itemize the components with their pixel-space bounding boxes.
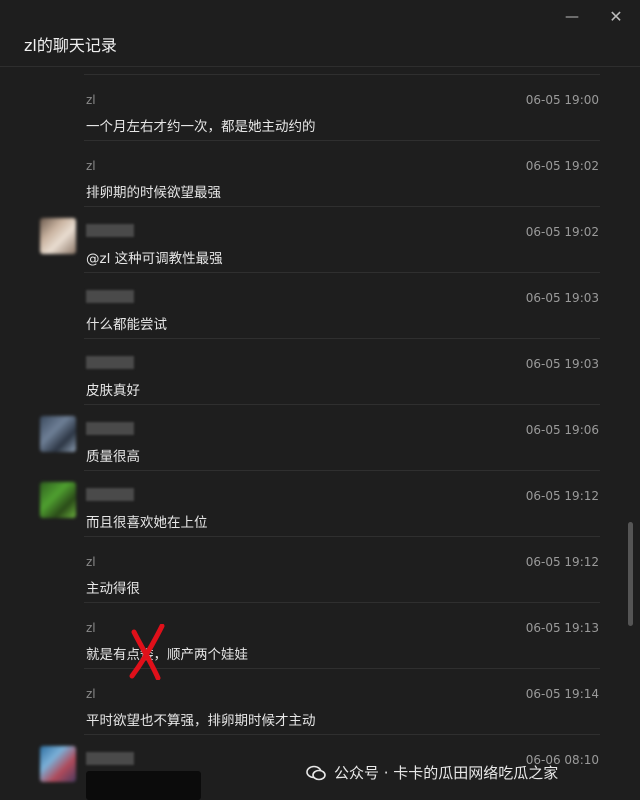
- minimize-button[interactable]: —: [558, 6, 586, 28]
- message-item[interactable]: 06-05 19:03 什么都能尝试: [0, 272, 640, 338]
- avatar[interactable]: [40, 746, 76, 782]
- message-text: 排卵期的时候欲望最强: [86, 185, 221, 201]
- message-divider: [84, 734, 600, 735]
- watermark-text: 公众号 · 卡卡的瓜田网络吃瓜之家: [334, 764, 559, 782]
- message-time: 06-05 19:12: [525, 555, 599, 569]
- message-text: @zl 这种可调教性最强: [86, 251, 223, 267]
- message-item[interactable]: 06-05 19:02 @zl 这种可调教性最强: [0, 206, 640, 272]
- message-divider: [84, 470, 600, 471]
- message-time: 06-05 19:06: [525, 423, 599, 437]
- avatar[interactable]: [40, 218, 76, 254]
- message-list[interactable]: zl 06-05 19:00 一个月左右才约一次，都是她主动约的 zl 06-05 19…: [0, 66, 640, 800]
- watermark: 公众号 · 卡卡的瓜田网络吃瓜之家: [306, 762, 558, 783]
- message-time: 06-05 19:03: [525, 291, 599, 305]
- sender-name-redacted: [86, 224, 134, 237]
- message-divider: [84, 404, 600, 405]
- message-item[interactable]: 06-05 19:12 而且很喜欢她在上位: [0, 470, 640, 536]
- close-button[interactable]: ✕: [602, 6, 630, 28]
- message-item[interactable]: zl 06-05 19:00 一个月左右才约一次，都是她主动约的: [0, 74, 640, 140]
- message-text: 平时欲望也不算强，排卵期时候才主动: [86, 713, 316, 729]
- sender-name-redacted: [86, 752, 134, 765]
- message-item[interactable]: zl 06-05 19:14 平时欲望也不算强，排卵期时候才主动: [0, 668, 640, 734]
- message-item[interactable]: 06-05 19:06 质量很高: [0, 404, 640, 470]
- message-divider: [84, 536, 600, 537]
- sender-name: zl: [86, 159, 96, 173]
- message-time: 06-05 19:13: [525, 621, 599, 635]
- message-divider: [84, 338, 600, 339]
- avatar[interactable]: [40, 482, 76, 518]
- message-divider: [84, 602, 600, 603]
- message-text: 皮肤真好: [86, 383, 140, 399]
- sender-name-redacted: [86, 422, 134, 435]
- message-text: 一个月左右才约一次，都是她主动约的: [86, 119, 316, 135]
- message-time: 06-05 19:00: [525, 93, 599, 107]
- message-item[interactable]: zl 06-05 19:13 就是有点矮，顺产两个娃娃: [0, 602, 640, 668]
- sender-name-redacted: [86, 290, 134, 303]
- scrollbar-thumb[interactable]: [628, 522, 633, 626]
- sender-name: zl: [86, 621, 96, 635]
- message-time: 06-05 19:03: [525, 357, 599, 371]
- message-time: 06-05 19:02: [525, 225, 599, 239]
- message-time: 06-05 19:02: [525, 159, 599, 173]
- message-time: 06-05 19:14: [525, 687, 599, 701]
- message-text: 质量很高: [86, 449, 140, 465]
- avatar[interactable]: [40, 416, 76, 452]
- message-item[interactable]: zl 06-05 19:12 主动得很: [0, 536, 640, 602]
- sender-name-redacted: [86, 488, 134, 501]
- message-divider: [84, 206, 600, 207]
- red-x-annotation: [129, 624, 165, 680]
- message-divider: [84, 272, 600, 273]
- message-item[interactable]: zl 06-05 19:02 排卵期的时候欲望最强: [0, 140, 640, 206]
- message-item[interactable]: 06-05 19:03 皮肤真好: [0, 338, 640, 404]
- message-text: 主动得很: [86, 581, 140, 597]
- window-title: zl的聊天记录: [24, 36, 117, 55]
- chat-history-window: zl的聊天记录 — ✕ zl 06-05 19:00 一个月左右才约一次，都是她主动…: [0, 0, 640, 800]
- message-time: 06-05 19:12: [525, 489, 599, 503]
- message-divider: [84, 74, 600, 75]
- message-divider: [84, 140, 600, 141]
- sender-name: zl: [86, 93, 96, 107]
- message-text: 什么都能尝试: [86, 317, 167, 333]
- sender-name-redacted: [86, 356, 134, 369]
- message-text: 而且很喜欢她在上位: [86, 515, 208, 531]
- wechat-icon: [306, 765, 326, 781]
- image-thumbnail[interactable]: [86, 771, 201, 800]
- sender-name: zl: [86, 555, 96, 569]
- title-bar: zl的聊天记录 — ✕: [0, 0, 640, 67]
- sender-name: zl: [86, 687, 96, 701]
